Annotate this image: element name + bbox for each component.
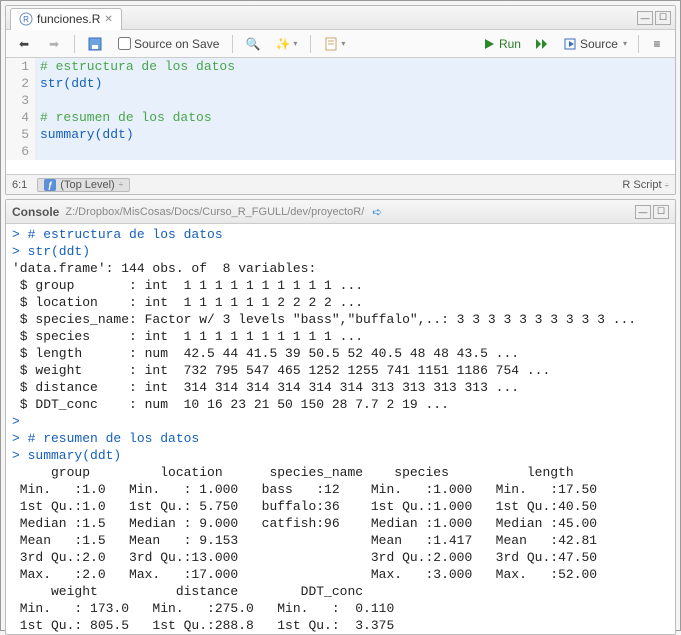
- chevron-down-icon: ÷: [665, 181, 669, 190]
- close-icon[interactable]: ✕: [104, 14, 112, 25]
- console-line: $ DDT_conc : num 10 16 23 21 50 150 28 7…: [12, 397, 449, 412]
- console-line: 'data.frame': 144 obs. of 8 variables:: [12, 261, 316, 276]
- console-header: Console Z:/Dropbox/MisCosas/Docs/Curso_R…: [6, 200, 675, 224]
- svg-text:R: R: [23, 15, 29, 24]
- console-line: $ distance : int 314 314 314 314 314 314…: [12, 380, 519, 395]
- console-pane: Console Z:/Dropbox/MisCosas/Docs/Curso_R…: [5, 199, 676, 635]
- console-line: > # estructura de los datos: [12, 227, 223, 242]
- save-button[interactable]: [83, 34, 107, 54]
- r-file-icon: R: [19, 12, 33, 26]
- outline-button[interactable]: ≡: [645, 34, 669, 54]
- maximize-button[interactable]: ☐: [653, 205, 669, 219]
- console-line: $ location : int 1 1 1 1 1 1 2 2 2 2 ...: [12, 295, 363, 310]
- console-path: Z:/Dropbox/MisCosas/Docs/Curso_R_FGULL/d…: [65, 206, 364, 218]
- console-line: $ length : num 42.5 44 41.5 39 50.5 52 4…: [12, 346, 519, 361]
- code-area[interactable]: # estructura de los datos str(ddt) # res…: [36, 58, 675, 160]
- minimize-button[interactable]: —: [637, 11, 653, 25]
- console-line: group location species_name species leng…: [12, 465, 613, 480]
- wand-button[interactable]: ✨▾: [271, 34, 302, 54]
- arrow-left-icon: ⬅: [17, 37, 31, 51]
- find-button[interactable]: 🔍: [241, 34, 265, 54]
- chevron-down-icon: ▾: [623, 39, 627, 48]
- console-line: $ weight : int 732 795 547 465 1252 1255…: [12, 363, 550, 378]
- rerun-icon: [535, 37, 549, 51]
- console-title: Console: [12, 205, 59, 219]
- mode-label: R Script: [622, 179, 661, 191]
- source-pane: R funciones.R ✕ — ☐ ⬅ ➡ Source on Save 🔍…: [5, 5, 676, 195]
- scope-label: (Top Level): [60, 179, 114, 191]
- console-line: > str(ddt): [12, 244, 90, 259]
- run-button[interactable]: Run: [477, 34, 526, 54]
- console-line: > summary(ddt): [12, 448, 121, 463]
- source-icon: [563, 37, 577, 51]
- notebook-button[interactable]: ▾: [319, 34, 350, 54]
- minimize-button[interactable]: —: [635, 205, 651, 219]
- line-gutter: 1 2 3 4 5 6: [6, 58, 36, 160]
- console-line: 3rd Qu.:2.0 3rd Qu.:13.000 3rd Qu.:2.000…: [12, 550, 613, 565]
- save-icon: [88, 37, 102, 51]
- console-line: $ species_name: Factor w/ 3 levels "bass…: [12, 312, 636, 327]
- chevron-down-icon: ÷: [119, 180, 123, 189]
- editor-toolbar: ⬅ ➡ Source on Save 🔍 ✨▾ ▾ Run Source▾ ≡: [6, 30, 675, 58]
- wand-icon: ✨: [276, 37, 290, 51]
- code-line: # estructura de los datos: [40, 59, 235, 74]
- code-line: str: [40, 76, 63, 91]
- console-line: Median :1.5 Median : 9.000 catfish:96 Me…: [12, 516, 613, 531]
- code-line: summary: [40, 127, 95, 142]
- run-icon: [482, 37, 496, 51]
- console-line: > # resumen de los datos: [12, 431, 199, 446]
- source-on-save-label: Source on Save: [134, 37, 219, 51]
- console-line: $ group : int 1 1 1 1 1 1 1 1 1 1 ...: [12, 278, 363, 293]
- chevron-down-icon: ▾: [341, 39, 345, 48]
- console-line: Min. : 173.0 Min. :275.0 Min. : 0.110: [12, 601, 410, 616]
- scope-indicator[interactable]: ƒ (Top Level) ÷: [37, 178, 130, 192]
- tab-funciones[interactable]: R funciones.R ✕: [10, 8, 122, 30]
- code-line: # resumen de los datos: [40, 110, 212, 125]
- console-line: >: [12, 414, 28, 429]
- console-output[interactable]: > # estructura de los datos > str(ddt) '…: [6, 224, 675, 634]
- outline-icon: ≡: [650, 37, 664, 51]
- source-label: Source: [580, 37, 618, 51]
- console-line: $ species : int 1 1 1 1 1 1 1 1 1 1 ...: [12, 329, 363, 344]
- console-line: Mean :1.5 Mean : 9.153 Mean :1.417 Mean …: [12, 533, 613, 548]
- tab-bar: R funciones.R ✕ — ☐: [6, 6, 675, 30]
- source-button[interactable]: Source ▾: [558, 34, 632, 54]
- code-editor[interactable]: 1 2 3 4 5 6 # estructura de los datos st…: [6, 58, 675, 160]
- console-line: Min. :1.0 Min. : 1.000 bass :12 Min. :1.…: [12, 482, 613, 497]
- cursor-position: 6:1: [12, 179, 27, 191]
- rerun-button[interactable]: [530, 34, 554, 54]
- forward-button[interactable]: ➡: [42, 34, 66, 54]
- back-button[interactable]: ⬅: [12, 34, 36, 54]
- search-icon: 🔍: [246, 37, 260, 51]
- goto-dir-icon[interactable]: ➪: [370, 205, 384, 219]
- arrow-right-icon: ➡: [47, 37, 61, 51]
- chevron-down-icon: ▾: [293, 39, 297, 48]
- editor-statusbar: 6:1 ƒ (Top Level) ÷ R Script ÷: [6, 174, 675, 194]
- source-on-save-checkbox[interactable]: Source on Save: [113, 34, 224, 54]
- tab-label: funciones.R: [37, 12, 100, 26]
- console-line: 1st Qu.:1.0 1st Qu.: 5.750 buffalo:36 1s…: [12, 499, 613, 514]
- console-line: Max. :2.0 Max. :17.000 Max. :3.000 Max. …: [12, 567, 613, 582]
- run-label: Run: [499, 37, 521, 51]
- maximize-button[interactable]: ☐: [655, 11, 671, 25]
- console-line: weight distance DDT_conc: [12, 584, 410, 599]
- notebook-icon: [324, 37, 338, 51]
- function-icon: ƒ: [44, 179, 56, 191]
